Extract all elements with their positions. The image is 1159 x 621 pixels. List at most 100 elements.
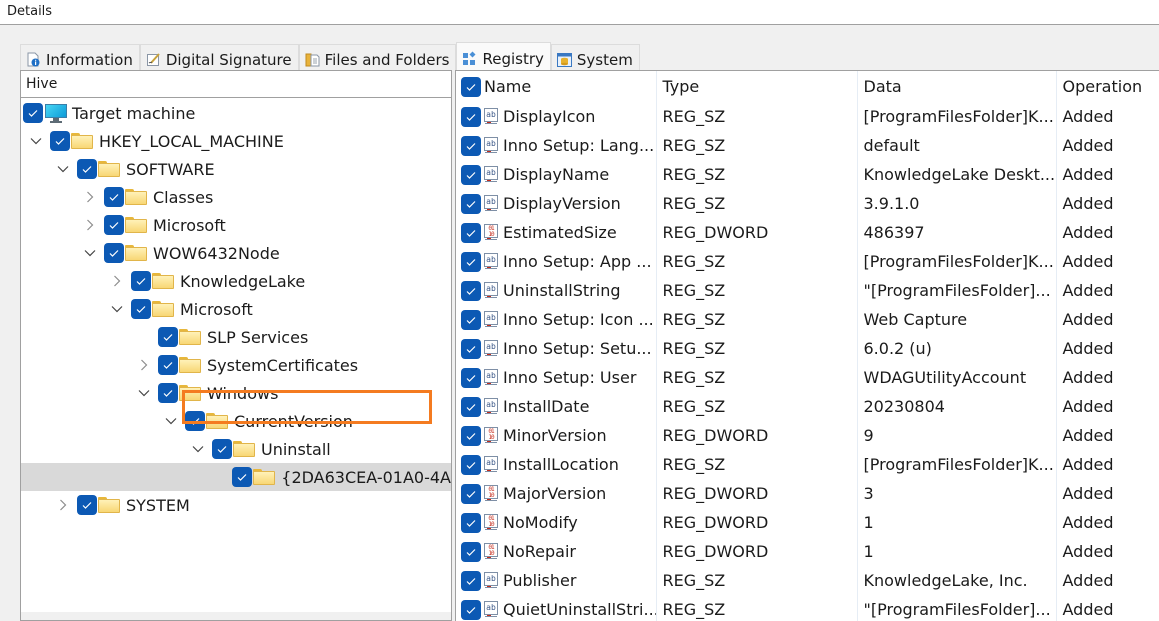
tree-node[interactable]: SystemCertificates [21,351,451,379]
tree-node-label: Microsoft [153,215,226,235]
cell-operation: Added [1055,479,1159,508]
table-row[interactable]: ab UninstallString REG_SZ "[ProgramFilesFol… [456,276,1159,305]
chevron-down-icon[interactable] [54,159,72,179]
chevron-down-icon[interactable] [81,243,99,263]
tab-files-and-folders[interactable]: Files and Folders [298,44,457,71]
table-row[interactable]: ab DisplayName REG_SZ KnowledgeLake Deskt..… [456,160,1159,189]
column-header-type[interactable]: Type [655,71,857,102]
node-checkbox[interactable] [104,187,124,207]
tree-node[interactable]: Microsoft [21,295,451,323]
table-row[interactable]: 01 10 NoModify REG_DWORD 1 Added [456,508,1159,537]
row-checkbox[interactable] [461,512,481,533]
chevron-right-icon[interactable] [81,215,99,235]
node-checkbox[interactable] [77,159,97,179]
chevron-down-icon[interactable] [108,299,126,319]
node-checkbox[interactable] [158,327,178,347]
chevron-right-icon[interactable] [54,495,72,515]
value-name: Inno Setup: Icon ... [503,310,654,329]
tree-node[interactable]: Windows [21,379,451,407]
row-checkbox[interactable] [461,251,481,272]
node-checkbox[interactable] [23,103,43,123]
tree-node-label: SOFTWARE [126,159,215,179]
tree-node[interactable]: Microsoft [21,211,451,239]
row-checkbox[interactable] [461,135,481,156]
row-checkbox[interactable] [461,222,481,243]
table-row[interactable]: ab DisplayVersion REG_SZ 3.9.1.0 Added [456,189,1159,218]
horizontal-scrollbar[interactable] [21,612,451,620]
folder-icon [179,385,201,401]
tab-information[interactable]: Information [20,44,140,71]
node-checkbox[interactable] [158,383,178,403]
row-checkbox[interactable] [461,396,481,417]
tree-node[interactable]: SOFTWARE [21,155,451,183]
cell-operation: Added [1055,450,1159,479]
node-checkbox[interactable] [158,355,178,375]
table-row[interactable]: ab Inno Setup: App ... REG_SZ [ProgramFiles… [456,247,1159,276]
table-row[interactable]: ab InstallLocation REG_SZ [ProgramFilesFold… [456,450,1159,479]
table-row[interactable]: ab InstallDate REG_SZ 20230804 Added [456,392,1159,421]
tree-node[interactable]: KnowledgeLake [21,267,451,295]
tab-registry[interactable]: Registry [456,42,551,71]
chevron-down-icon[interactable] [162,411,180,431]
table-row[interactable]: ab Inno Setup: User REG_SZ WDAGUtilityAccou… [456,363,1159,392]
chevron-right-icon[interactable] [135,355,153,375]
column-header-name[interactable]: Name [456,71,656,102]
row-checkbox[interactable] [461,454,481,475]
table-row[interactable]: 01 10 EstimatedSize REG_DWORD 486397 Added [456,218,1159,247]
tab-digital-signature[interactable]: Digital Signature [139,44,299,71]
tree-node[interactable]: HKEY_LOCAL_MACHINE [21,127,451,155]
row-checkbox[interactable] [461,309,481,330]
node-checkbox[interactable] [185,411,205,431]
tree-node-label: Target machine [72,103,196,123]
folder-icon [98,497,120,513]
chevron-right-icon[interactable] [81,187,99,207]
table-row[interactable]: ab Publisher REG_SZ KnowledgeLake, Inc. Adde… [456,566,1159,595]
hive-column-header[interactable]: Hive [21,71,451,98]
chevron-down-icon[interactable] [135,383,153,403]
tree-node[interactable]: WOW6432Node [21,239,451,267]
table-row[interactable]: ab DisplayIcon REG_SZ [ProgramFilesFolder]K… [456,102,1159,131]
node-checkbox[interactable] [104,243,124,263]
table-row[interactable]: 01 10 MajorVersion REG_DWORD 3 Added [456,479,1159,508]
table-row[interactable]: ab Inno Setup: Setu... REG_SZ 6.0.2 (u) Adde… [456,334,1159,363]
row-checkbox[interactable] [461,425,481,446]
table-row[interactable]: 01 10 NoRepair REG_DWORD 1 Added [456,537,1159,566]
node-checkbox[interactable] [131,299,151,319]
column-header-data[interactable]: Data [856,71,1056,102]
row-checkbox[interactable] [461,570,481,591]
row-checkbox[interactable] [461,106,481,127]
row-checkbox[interactable] [461,541,481,562]
tab-label: System [576,50,633,69]
node-checkbox[interactable] [50,131,70,151]
tree-node[interactable]: Classes [21,183,451,211]
chevron-down-icon[interactable] [27,131,45,151]
table-row[interactable]: 01 10 MinorVersion REG_DWORD 9 Added [456,421,1159,450]
node-checkbox[interactable] [104,215,124,235]
row-checkbox[interactable] [461,164,481,185]
select-all-checkbox[interactable] [461,76,481,97]
column-header-operation[interactable]: Operation [1055,71,1159,102]
row-checkbox[interactable] [461,483,481,504]
row-checkbox[interactable] [461,367,481,388]
tab-system[interactable]: System [550,44,640,71]
table-row[interactable]: ab Inno Setup: Icon ... REG_SZ Web Capture A… [456,305,1159,334]
tree-node[interactable]: Uninstall [21,435,451,463]
chevron-down-icon[interactable] [189,439,207,459]
node-checkbox[interactable] [232,467,253,487]
node-checkbox[interactable] [131,271,151,291]
node-checkbox[interactable] [77,495,97,515]
tree-node[interactable]: SLP Services [21,323,451,351]
tree-node[interactable]: SYSTEM [21,491,451,519]
tree-node[interactable]: Target machine [21,99,451,127]
table-row[interactable]: ab QuietUninstallStri... REG_SZ "[ProgramFi… [456,595,1159,621]
row-checkbox[interactable] [461,193,481,214]
cell-data: WDAGUtilityAccount [856,363,1056,392]
row-checkbox[interactable] [461,338,481,359]
tree-node[interactable]: {2DA63CEA-01A0-4A [21,463,451,491]
row-checkbox[interactable] [461,599,481,620]
tree-node[interactable]: CurrentVersion [21,407,451,435]
table-row[interactable]: ab Inno Setup: Lang... REG_SZ default Added [456,131,1159,160]
row-checkbox[interactable] [461,280,481,301]
chevron-right-icon[interactable] [108,271,126,291]
node-checkbox[interactable] [212,439,232,459]
